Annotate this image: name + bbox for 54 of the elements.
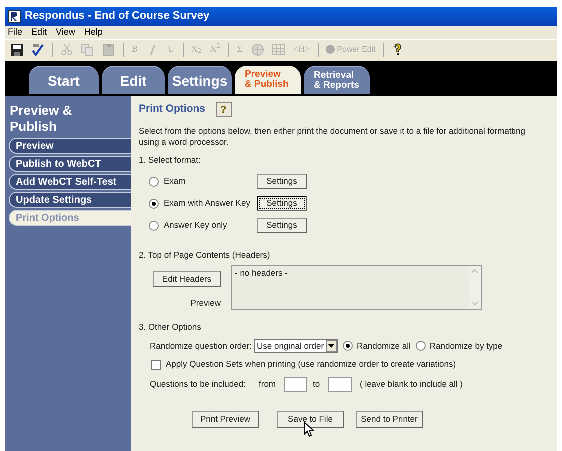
radio-button[interactable] xyxy=(416,341,426,351)
radio-button[interactable] xyxy=(149,176,159,186)
radio-label: Randomize by type xyxy=(430,340,503,352)
action-button[interactable]: Save to File xyxy=(277,411,344,428)
menu-item[interactable]: Edit xyxy=(32,26,48,40)
radio-label: Randomize all xyxy=(357,340,411,352)
radio-label: Answer Key only xyxy=(164,219,228,232)
intro-text: Select from the options below, then either print the document or save it to a file for additional formatting using a word processor. xyxy=(139,126,526,148)
settings-button[interactable]: Settings xyxy=(257,196,307,211)
mouse-pointer-icon xyxy=(304,422,314,437)
menu-item[interactable]: Help xyxy=(84,26,103,40)
menu-item[interactable]: File xyxy=(8,26,23,40)
settings-button[interactable]: Settings xyxy=(257,218,307,233)
tab[interactable]: Edit xyxy=(102,66,165,94)
sidebar-item[interactable]: Update Settings xyxy=(9,192,131,208)
action-button[interactable]: Print Preview xyxy=(192,411,259,428)
section-title: 3. Other Options xyxy=(139,321,202,334)
hint-text: ( leave blank to include all ) xyxy=(360,378,464,390)
sidebar-item[interactable]: Publish to WebCT xyxy=(9,156,131,172)
radio-label: Exam xyxy=(164,175,187,188)
section-title: 2. Top of Page Contents (Headers) xyxy=(139,248,272,262)
sidebar-item[interactable]: Add WebCT Self-Test xyxy=(9,174,131,190)
checkbox-label: Apply Question Sets when printing (use randomize order to create variations) xyxy=(166,358,456,371)
preview-text: - no headers - xyxy=(234,267,288,280)
edit-headers-button[interactable]: Edit Headers xyxy=(153,271,221,288)
radio-button[interactable] xyxy=(149,198,159,208)
field-label: Questions to be included: xyxy=(150,378,247,390)
order-dropdown[interactable]: Use original order xyxy=(254,339,338,353)
sidebar-item[interactable]: Preview xyxy=(9,138,131,154)
radio-label: Exam with Answer Key xyxy=(164,197,252,210)
tab[interactable]: Retrieval & Reports xyxy=(304,66,370,94)
preview-label: Preview xyxy=(190,296,221,310)
menu-item[interactable]: View xyxy=(56,26,76,40)
checkbox[interactable] xyxy=(151,360,161,370)
section-title: 1. Select format: xyxy=(139,154,202,166)
field-label: Randomize question order: xyxy=(150,340,254,352)
radio-button[interactable] xyxy=(149,220,159,230)
section-heading: Print Options xyxy=(139,102,206,117)
radio-button[interactable] xyxy=(343,341,353,351)
tab[interactable]: Settings xyxy=(168,66,232,94)
to-input[interactable] xyxy=(328,376,352,392)
spell-check-icon[interactable] xyxy=(31,42,45,56)
save-icon[interactable] xyxy=(10,42,24,56)
window-title: Respondus - End of Course Survey xyxy=(25,9,210,24)
field-label: to xyxy=(312,378,322,390)
settings-button[interactable]: Settings xyxy=(257,174,307,189)
sidebar-title: Preview & Publish xyxy=(9,103,74,135)
from-input[interactable] xyxy=(284,376,307,392)
help-button[interactable]: ? xyxy=(216,102,232,118)
action-button[interactable]: Send to Printer xyxy=(356,411,423,428)
app-logo-icon xyxy=(8,10,21,23)
caret-icon xyxy=(326,340,337,352)
field-label: from xyxy=(259,378,277,390)
tab[interactable]: Start xyxy=(29,66,99,94)
